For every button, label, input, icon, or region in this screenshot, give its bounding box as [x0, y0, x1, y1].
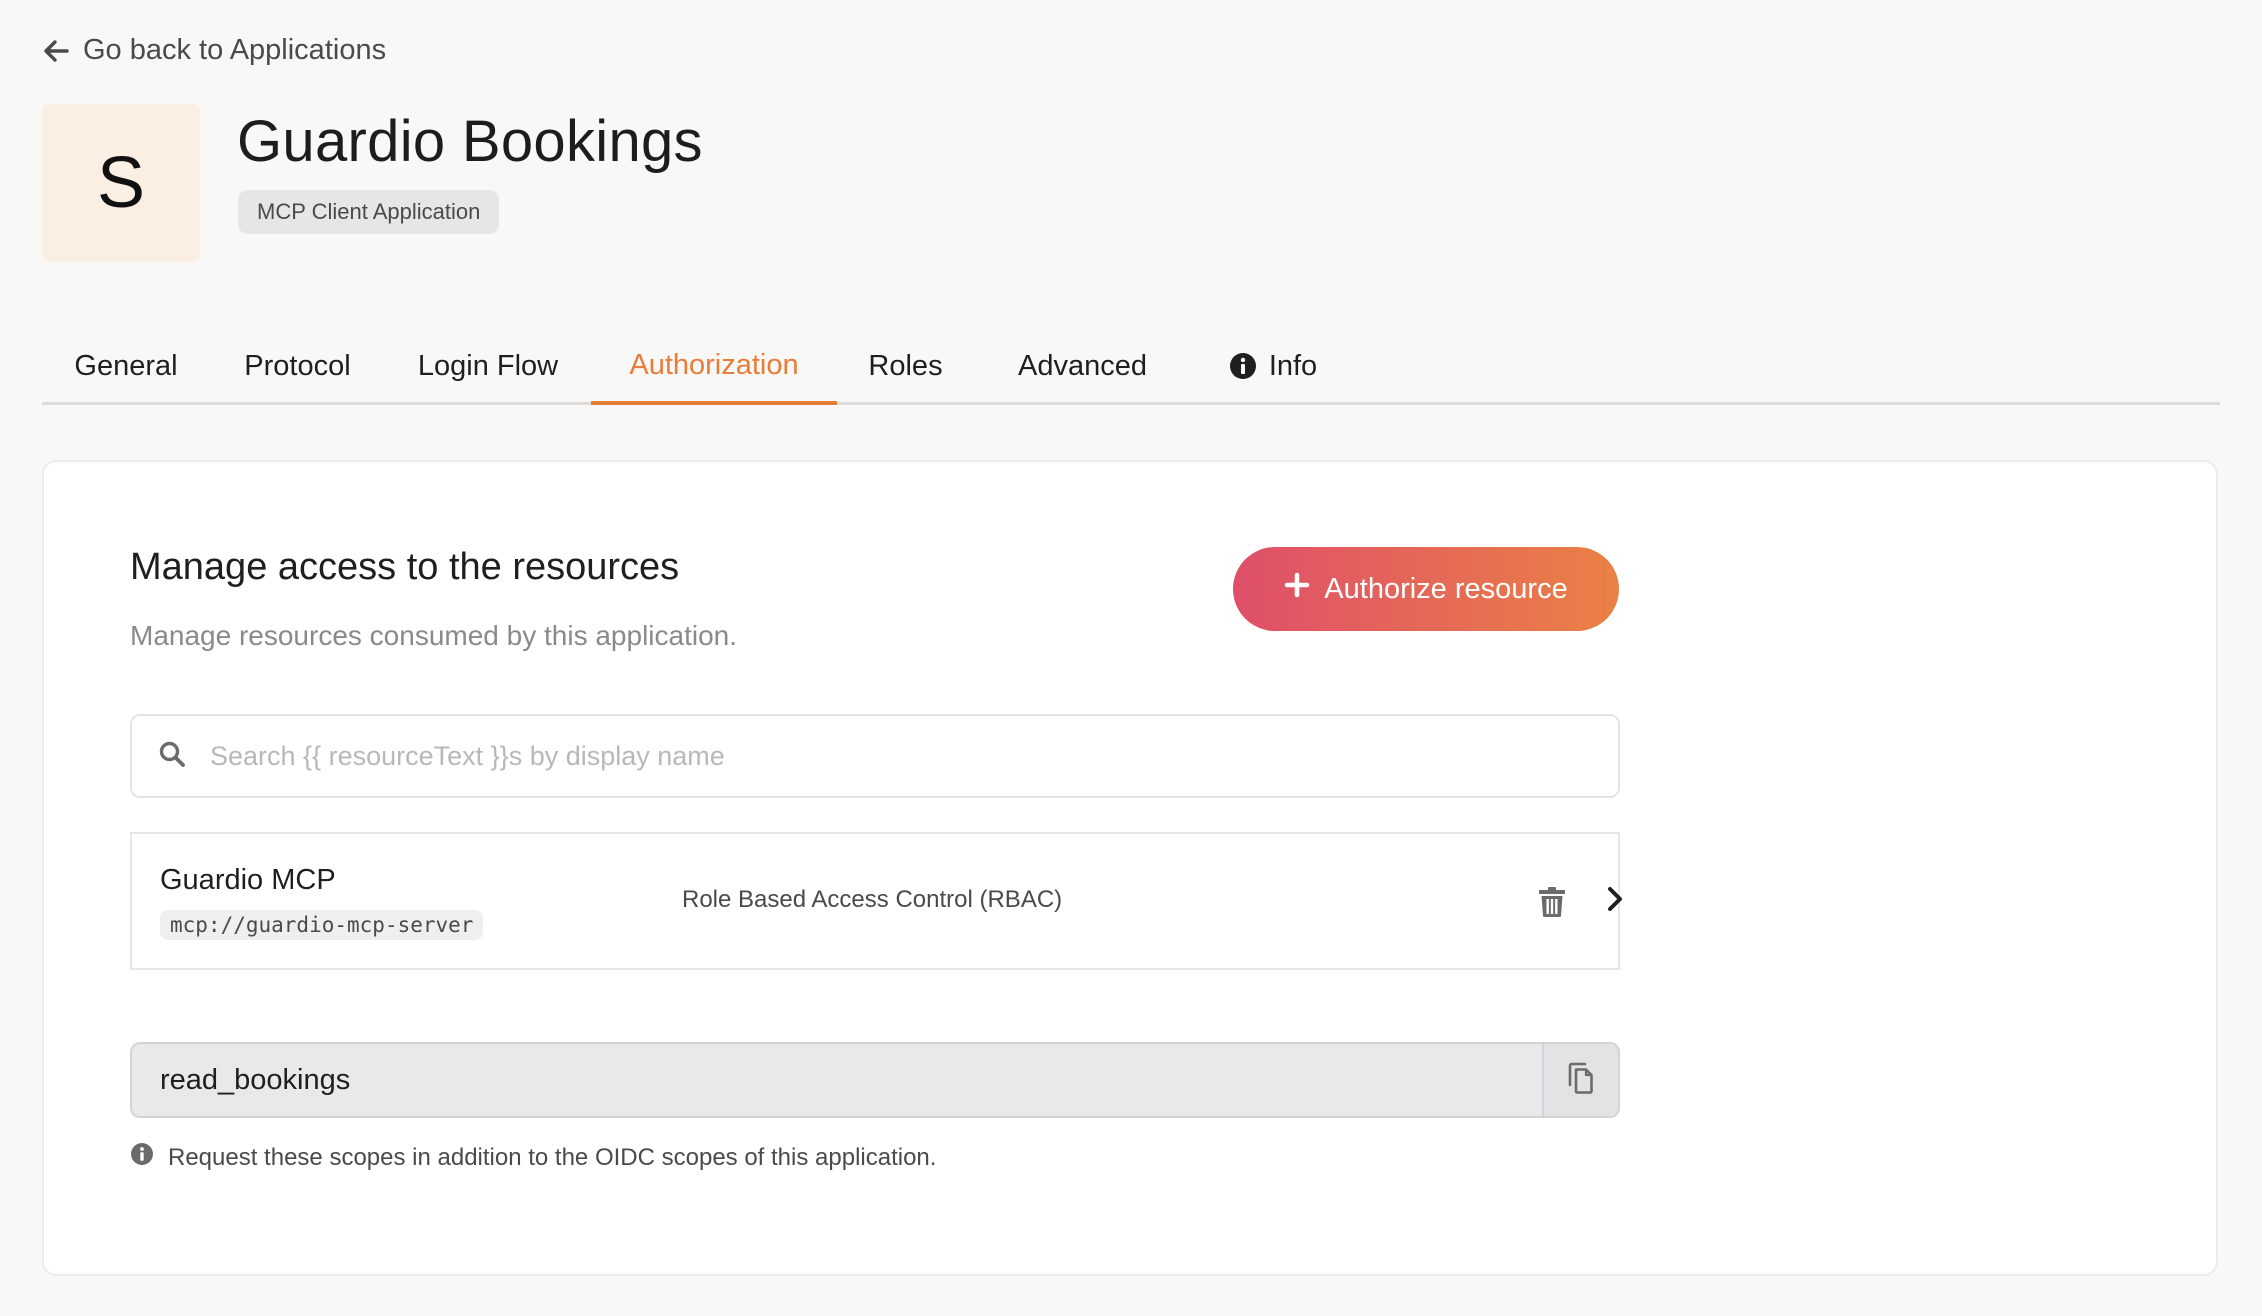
app-type-badge: MCP Client Application: [238, 190, 500, 234]
scopes-field: read_bookings: [130, 1042, 1620, 1118]
scopes-hint: Request these scopes in addition to the …: [130, 1142, 936, 1173]
plus-icon: [1284, 572, 1310, 606]
section-subtitle: Manage resources consumed by this applic…: [130, 620, 738, 651]
resource-row[interactable]: Guardio MCP mcp://guardio-mcp-server Rol…: [130, 832, 1622, 970]
section-title: Manage access to the resources: [130, 546, 680, 588]
tab-info[interactable]: Info: [1191, 330, 1355, 402]
copy-icon: [1566, 1061, 1596, 1100]
tab-label: Authorization: [629, 349, 799, 381]
tab-label: General: [74, 349, 178, 382]
tab-bar: General Protocol Login Flow Authorizatio…: [42, 330, 2220, 405]
tab-roles[interactable]: Roles: [837, 330, 974, 402]
search-input[interactable]: [208, 739, 1592, 773]
trash-icon: [1538, 887, 1566, 922]
tab-general[interactable]: General: [42, 330, 210, 402]
arrow-left-icon: [43, 39, 69, 63]
tab-label: Login Flow: [417, 349, 559, 382]
app-avatar-letter: S: [96, 143, 146, 223]
page-title: Guardio Bookings: [237, 109, 703, 174]
tab-label: Roles: [868, 349, 943, 382]
search-icon: [158, 740, 186, 773]
resource-name: Guardio MCP: [160, 864, 336, 896]
authorization-card: Manage access to the resources Manage re…: [42, 460, 2218, 1276]
tab-authorization[interactable]: Authorization: [591, 330, 837, 405]
info-icon: [130, 1142, 154, 1173]
resource-identifier: mcp://guardio-mcp-server: [160, 910, 484, 940]
back-link-label: Go back to Applications: [83, 34, 387, 66]
open-resource-button[interactable]: [1605, 884, 1625, 919]
scope-value[interactable]: read_bookings: [160, 1064, 350, 1097]
tab-advanced[interactable]: Advanced: [974, 330, 1191, 402]
tab-login-flow[interactable]: Login Flow: [385, 330, 591, 402]
delete-resource-button[interactable]: [1538, 886, 1566, 923]
tab-label: Advanced: [1018, 349, 1147, 382]
tab-protocol[interactable]: Protocol: [210, 330, 385, 402]
resource-search: [130, 714, 1620, 798]
chevron-right-icon: [1605, 887, 1625, 918]
authorize-resource-button[interactable]: Authorize resource: [1233, 547, 1619, 631]
scopes-hint-text: Request these scopes in addition to the …: [168, 1143, 937, 1171]
authorize-resource-label: Authorize resource: [1324, 572, 1568, 605]
app-type-label: MCP Client Application: [257, 199, 481, 224]
copy-scopes-button[interactable]: [1542, 1044, 1618, 1116]
back-to-applications-link[interactable]: Go back to Applications: [43, 34, 386, 67]
app-avatar: S: [42, 104, 200, 262]
info-icon: [1229, 352, 1257, 380]
tab-label: Info: [1268, 349, 1318, 382]
resource-access-policy: Role Based Access Control (RBAC): [682, 886, 1063, 913]
tab-label: Protocol: [244, 349, 351, 382]
